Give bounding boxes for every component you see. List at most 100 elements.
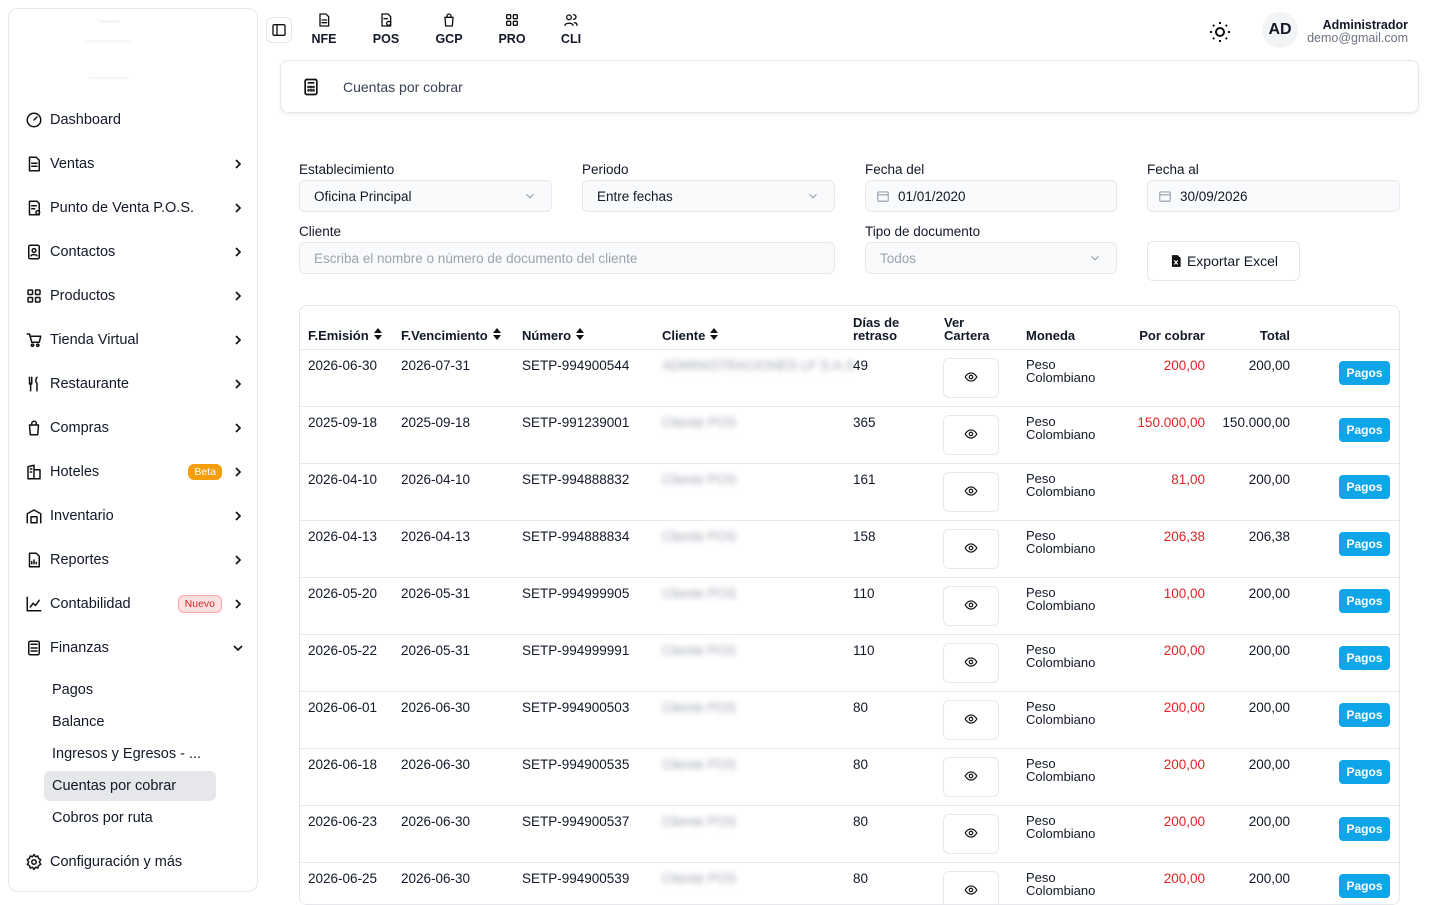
vencimiento-cell: 2026-07-31 [401,358,471,373]
sidebar-subitem-0[interactable]: Pagos [44,675,216,705]
pagos-button[interactable]: Pagos [1339,646,1390,670]
emision-cell: 2026-06-30 [308,358,378,373]
tipo-documento-select[interactable]: Todos [865,242,1117,274]
module-tab-label: POS [372,32,400,46]
excel-file-icon [1171,255,1181,267]
column-header-2[interactable]: Número [522,306,585,350]
table-row: 2026-04-13 2026-04-13 SETP-994888834 Client… [300,520,1399,577]
logo [84,20,134,79]
module-tab-nfe[interactable]: NFE [302,12,346,46]
numero-cell: SETP-994888832 [522,472,630,487]
module-tab-label: NFE [311,32,337,46]
sidebar-item-productos[interactable]: Productos [24,280,246,312]
column-header-6: Moneda [1026,306,1075,350]
pagos-button[interactable]: Pagos [1339,589,1390,613]
moneda-cell: Peso Colombiano [1026,585,1096,613]
sidebar-subitem-2[interactable]: Ingresos y Egresos - ... [44,739,216,769]
avatar[interactable]: AD [1262,12,1298,48]
sidebar-item-dashboard[interactable]: Dashboard [24,104,246,136]
sidebar-subitem-1[interactable]: Balance [44,707,216,737]
ver-cartera-button[interactable] [943,529,999,569]
hotel-icon [24,462,44,482]
module-tab-pro[interactable]: PRO [490,12,534,46]
sort-icon [488,328,501,342]
sidebar-item-punto-de-venta-p-o-s[interactable]: Punto de Venta P.O.S. [24,192,246,224]
ver-cartera-button[interactable] [943,757,999,797]
cliente-cell: Cliente POS [662,586,737,601]
fecha-al-input[interactable]: 30/09/2026 [1147,180,1400,212]
sidebar-toggle-icon [272,24,286,36]
ver-cartera-button[interactable] [943,415,999,455]
sidebar-item-label: Compras [50,420,109,436]
pagos-button[interactable]: Pagos [1339,532,1390,556]
module-tab-cli[interactable]: CLI [549,12,593,46]
chevron-right-icon [230,332,246,348]
ver-cartera-button[interactable] [943,472,999,512]
fecha-del-input[interactable]: 01/01/2020 [865,180,1117,212]
pagos-button[interactable]: Pagos [1339,817,1390,841]
sidebar-item-compras[interactable]: Compras [24,412,246,444]
pagos-button[interactable]: Pagos [1339,760,1390,784]
column-header-0[interactable]: F.Emisión [308,306,382,350]
pagos-button[interactable]: Pagos [1339,418,1390,442]
grid-icon [24,286,44,306]
chevron-down-icon [809,193,817,199]
sidebar-subitem-4[interactable]: Cobros por ruta [44,803,216,833]
sidebar-toggle-button[interactable] [266,17,292,43]
sidebar-item-ventas[interactable]: Ventas [24,148,246,180]
dias-retraso-cell: 158 [853,529,876,544]
sidebar-item-restaurante[interactable]: Restaurante [24,368,246,400]
establecimiento-select[interactable]: Oficina Principal [299,180,552,212]
utensils-icon [24,374,44,394]
calculator-icon [24,638,44,658]
sort-icon [369,328,382,342]
tipo-documento-label: Tipo de documento [865,224,981,239]
module-tab-pos[interactable]: POS [364,12,408,46]
ver-cartera-button[interactable] [943,586,999,626]
sidebar-item-label: Configuración y más [50,854,183,870]
table-row: 2026-05-22 2026-05-31 SETP-994999991 Client… [300,634,1399,691]
pagos-button[interactable]: Pagos [1339,703,1390,727]
theme-toggle-sun-icon[interactable] [1208,20,1232,44]
module-tab-gcp[interactable]: GCP [427,12,471,46]
pagos-button[interactable]: Pagos [1339,361,1390,385]
sidebar-item-contabilidad[interactable]: Contabilidad Nuevo [24,588,246,620]
ver-cartera-button[interactable] [943,358,999,398]
dias-retraso-cell: 161 [853,472,876,487]
sidebar-item-hoteles[interactable]: Hoteles Beta [24,456,246,488]
chevron-down-icon [230,640,246,656]
export-excel-button[interactable]: Exportar Excel [1147,241,1300,281]
cliente-cell: Cliente POS [662,757,737,772]
sidebar-item-label: Hoteles [50,464,100,480]
column-header-label: Número [522,328,572,343]
total-cell: 200,00 [1248,472,1290,487]
column-header-3[interactable]: Cliente [662,306,719,350]
pagos-button[interactable]: Pagos [1339,475,1390,499]
pagos-button[interactable]: Pagos [1339,874,1390,898]
cliente-cell: Cliente POS [662,529,737,544]
sidebar-item-reportes[interactable]: Reportes [24,544,246,576]
dias-retraso-cell: 49 [853,358,869,373]
sidebar-item-contactos[interactable]: Contactos [24,236,246,268]
column-header-1[interactable]: F.Vencimiento [401,306,501,350]
ver-cartera-button[interactable] [943,643,999,683]
sidebar-item-configuracion[interactable]: Configuración y más [24,846,246,878]
sidebar-subitem-3[interactable]: Cuentas por cobrar [44,771,216,801]
contacts-icon [24,242,44,262]
periodo-select[interactable]: Entre fechas [582,180,835,212]
sidebar-item-finanzas[interactable]: Finanzas [24,632,246,664]
column-header-label: Ver Cartera [944,315,990,343]
sidebar-item-label: Productos [50,288,116,304]
ver-cartera-button[interactable] [943,700,999,740]
cliente-input[interactable]: Escriba el nombre o número de documento … [299,242,835,274]
emision-cell: 2026-06-25 [308,871,378,886]
cliente-cell: Cliente POS [662,814,737,829]
sidebar-item-label: Ventas [50,156,95,172]
ver-cartera-button[interactable] [943,814,999,854]
sidebar-item-tienda-virtual[interactable]: Tienda Virtual [24,324,246,356]
chevron-right-icon [230,244,246,260]
periodo-value: Entre fechas [597,188,673,204]
pos-invoice-icon [381,13,392,27]
sidebar-item-inventario[interactable]: Inventario [24,500,246,532]
nfe-doc-icon [319,13,330,27]
